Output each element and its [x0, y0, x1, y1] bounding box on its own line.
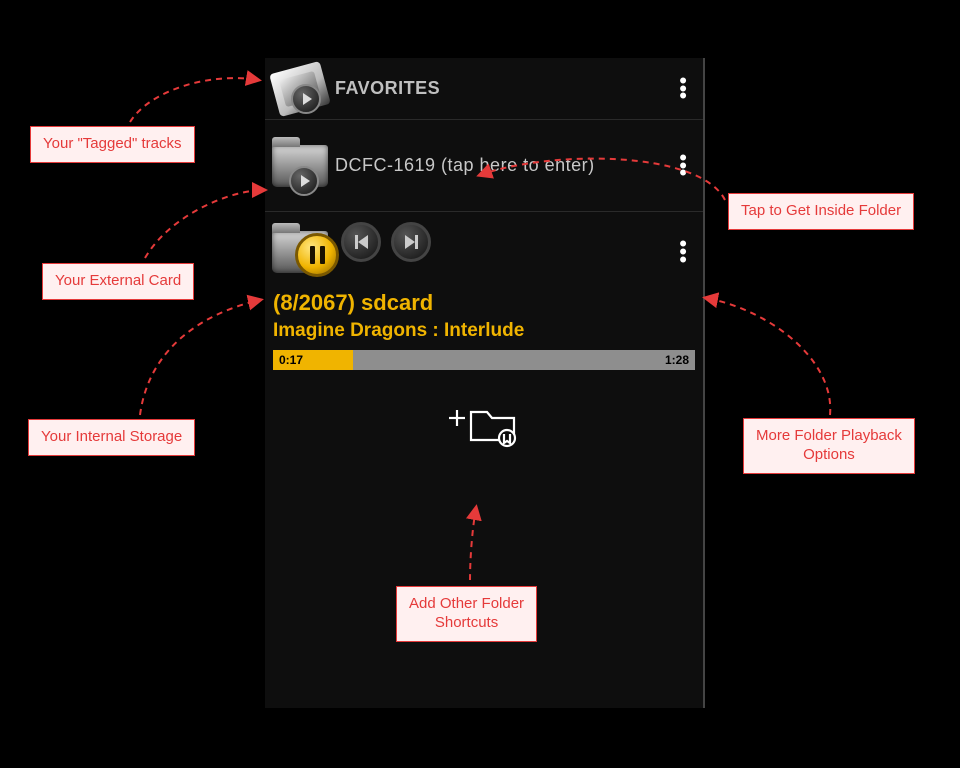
now-playing-info: (8/2067) sdcard Imagine Dragons : Interl… — [265, 282, 703, 342]
add-folder-shortcut-button[interactable] — [265, 398, 703, 448]
folder-menu-button[interactable]: ••• — [673, 148, 693, 183]
previous-button[interactable] — [341, 222, 381, 262]
add-folder-icon — [445, 398, 523, 448]
elapsed-time: 0:17 — [273, 353, 309, 367]
callout-more-options: More Folder Playback Options — [743, 418, 915, 474]
pause-button[interactable] — [295, 233, 339, 277]
progress-bar[interactable]: 0:17 1:28 — [273, 350, 695, 370]
favorites-label: FAVORITES — [335, 78, 673, 99]
next-button[interactable] — [391, 222, 431, 262]
callout-add-shortcut: Add Other Folder Shortcuts — [396, 586, 537, 642]
folder-name: DCFC-1619 (tap here to enter) — [335, 155, 673, 176]
callout-external-card: Your External Card — [42, 263, 194, 300]
sdcard-menu-button[interactable]: ••• — [673, 234, 693, 269]
duration-time: 1:28 — [659, 353, 695, 367]
play-icon — [291, 84, 321, 114]
callout-enter-folder: Tap to Get Inside Folder — [728, 193, 914, 230]
track-counter: (8/2067) sdcard — [273, 290, 693, 316]
favorites-menu-button[interactable]: ••• — [673, 71, 693, 106]
callout-tagged-tracks: Your "Tagged" tracks — [30, 126, 195, 163]
favorites-icon — [265, 60, 335, 118]
sdcard-row: ••• — [265, 212, 703, 282]
track-title: Imagine Dragons : Interlude — [273, 320, 693, 342]
callout-internal-storage: Your Internal Storage — [28, 419, 195, 456]
favorites-row[interactable]: FAVORITES ••• — [265, 58, 703, 120]
play-icon — [289, 166, 319, 196]
folder-icon — [265, 130, 335, 202]
folder-row[interactable]: DCFC-1619 (tap here to enter) ••• — [265, 120, 703, 212]
